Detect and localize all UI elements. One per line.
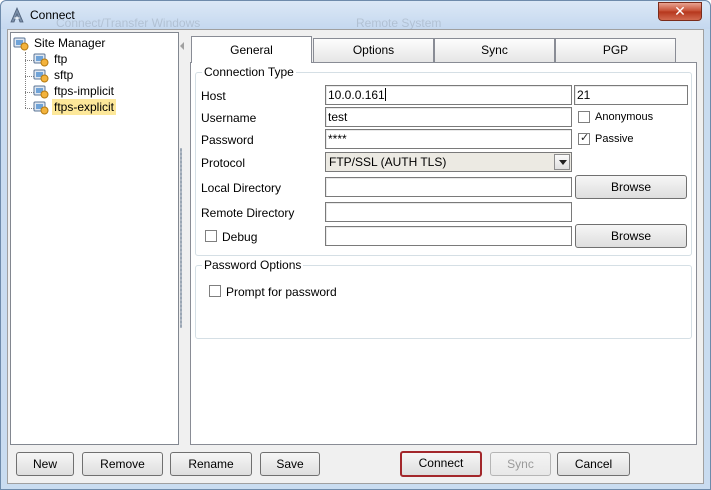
new-site-button[interactable]: New [16, 452, 74, 476]
rename-site-button[interactable]: Rename [170, 452, 252, 476]
group-legend: Password Options [202, 258, 304, 272]
group-legend: Connection Type [202, 65, 296, 79]
collapse-arrow-icon[interactable] [180, 42, 184, 50]
site-icon [33, 85, 49, 99]
remote-directory-label: Remote Directory [201, 206, 295, 220]
tree-node-label: ftps-explicit [52, 99, 117, 115]
remote-directory-input[interactable] [325, 202, 572, 222]
local-directory-input[interactable] [325, 177, 572, 197]
save-site-button[interactable]: Save [260, 452, 320, 476]
connect-dialog: Connect Connect/Transfer Windows Remote … [0, 0, 711, 490]
host-value: 10.0.0.161 [328, 88, 385, 102]
username-value: test [328, 110, 348, 124]
passive-checkbox[interactable] [578, 131, 590, 145]
prompt-password-label: Prompt for password [226, 285, 337, 299]
prompt-password-checkbox[interactable] [209, 285, 221, 297]
password-value: **** [328, 132, 347, 146]
port-input[interactable]: 21 [574, 85, 688, 105]
protocol-value: FTP/SSL (AUTH TLS) [329, 155, 447, 169]
protocol-select[interactable]: FTP/SSL (AUTH TLS) [325, 152, 572, 172]
close-icon: ✕ [674, 3, 686, 19]
app-logo-icon [10, 7, 24, 23]
host-label: Host [201, 89, 226, 103]
protocol-label: Protocol [201, 156, 246, 170]
sync-button[interactable]: Sync [490, 452, 551, 476]
password-options-group: Password Options [195, 258, 692, 339]
text-caret [384, 88, 386, 101]
tab-general[interactable]: General [191, 36, 312, 63]
splitter-grip-icon [180, 148, 182, 328]
title-bar[interactable]: Connect Connect/Transfer Windows Remote … [1, 1, 710, 30]
remove-site-button[interactable]: Remove [82, 452, 163, 476]
anonymous-checkbox[interactable] [578, 111, 590, 123]
browse-debug-button[interactable]: Browse [575, 224, 687, 248]
tree-node-label: Site Manager [34, 36, 106, 50]
general-tab-panel: Connection Type Host 10.0.0.161 21 Usern… [190, 62, 697, 445]
debug-log-input[interactable] [325, 226, 572, 246]
password-input[interactable]: **** [325, 129, 572, 149]
connect-button[interactable]: Connect [400, 451, 482, 477]
tree-node-label: ftp [54, 52, 68, 66]
chevron-down-icon[interactable] [554, 154, 570, 170]
tree-node-label: ftps-implicit [54, 84, 115, 98]
site-icon [33, 101, 49, 115]
cancel-button[interactable]: Cancel [557, 452, 630, 476]
debug-label: Debug [222, 230, 258, 244]
host-input[interactable]: 10.0.0.161 [325, 85, 572, 105]
tab-pgp[interactable]: PGP [555, 38, 676, 62]
username-input[interactable]: test [325, 107, 572, 127]
tab-options[interactable]: Options [313, 38, 434, 62]
site-icon [33, 69, 49, 83]
password-label: Password [201, 133, 254, 147]
tab-sync[interactable]: Sync [434, 38, 555, 62]
local-directory-label: Local Directory [201, 181, 282, 195]
browse-local-button[interactable]: Browse [575, 175, 687, 199]
debug-checkbox[interactable] [205, 230, 217, 242]
tree-node-label: sftp [54, 68, 74, 82]
site-icon [33, 53, 49, 67]
username-label: Username [201, 111, 257, 125]
background-window-text: Connect/Transfer Windows [56, 16, 201, 30]
panel-splitter[interactable] [179, 30, 187, 445]
site-manager-icon [13, 37, 29, 51]
port-value: 21 [577, 88, 591, 102]
close-button[interactable]: ✕ [658, 2, 702, 21]
dialog-client-area: Site Manager ftp sftp ftps-implicit ftps… [7, 29, 704, 484]
site-manager-tree[interactable]: Site Manager ftp sftp ftps-implicit ftps… [10, 32, 179, 445]
background-window-text: Remote System [356, 16, 442, 30]
passive-label: Passive [595, 133, 634, 145]
anonymous-label: Anonymous [595, 111, 654, 123]
